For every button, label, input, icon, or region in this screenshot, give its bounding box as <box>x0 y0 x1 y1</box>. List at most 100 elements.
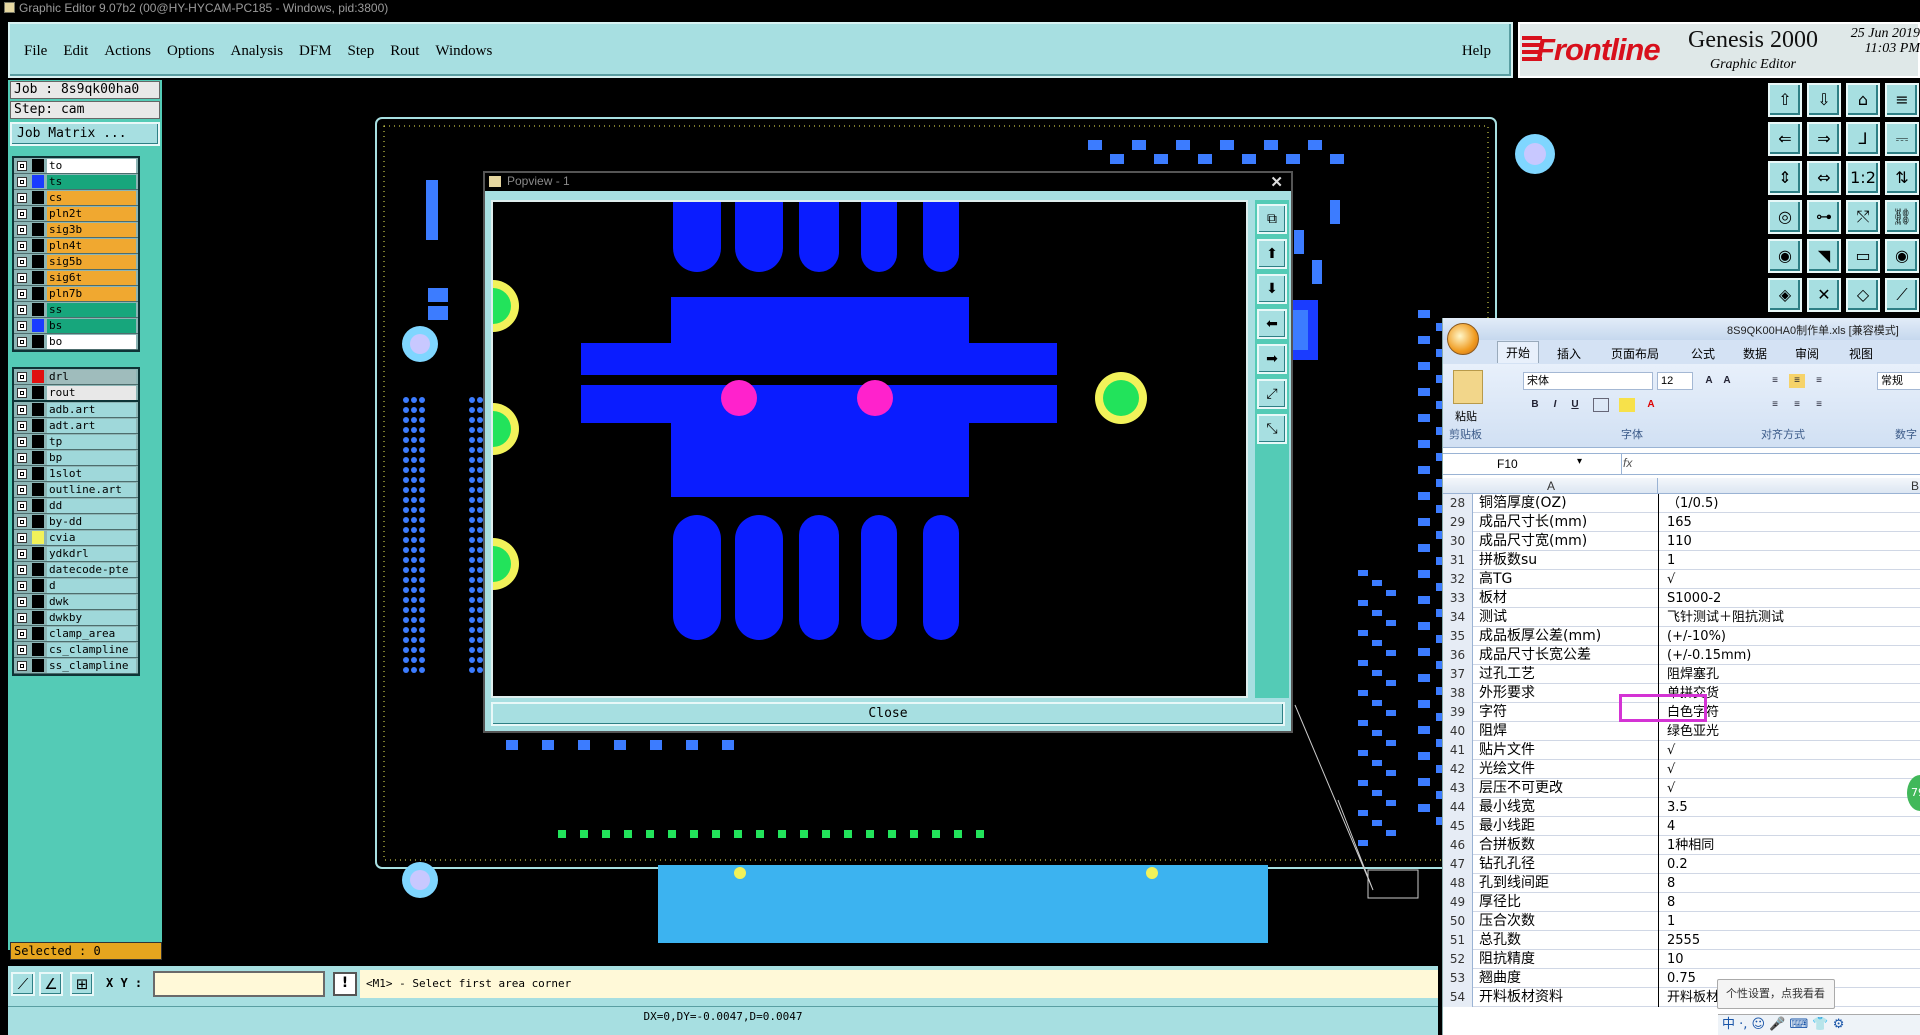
layer-checkbox[interactable] <box>17 453 27 463</box>
cell-a[interactable]: 拼板数su <box>1479 551 1659 570</box>
layer-row-cs[interactable]: cs <box>14 190 138 206</box>
layer-row-clamp_area[interactable]: clamp_area <box>14 626 138 642</box>
layer-row-bo[interactable]: bo <box>14 334 138 350</box>
bold-icon[interactable]: B <box>1527 398 1543 412</box>
layer-color-swatch[interactable] <box>32 207 44 220</box>
name-box[interactable]: F10 <box>1497 457 1518 471</box>
row-number[interactable]: 30 <box>1443 532 1473 551</box>
cell-a[interactable]: 贴片文件 <box>1479 741 1659 760</box>
cell-b[interactable]: （1/0.5) <box>1667 494 1917 513</box>
tool-button-icon[interactable]: ◈ <box>1768 278 1802 312</box>
menu-dfm[interactable]: DFM <box>299 43 332 60</box>
layer-name[interactable]: tp <box>47 435 136 449</box>
layer-color-swatch[interactable] <box>32 223 44 236</box>
cell-b[interactable]: 165 <box>1667 513 1917 532</box>
row-number[interactable]: 36 <box>1443 646 1473 665</box>
layer-checkbox[interactable] <box>17 289 27 299</box>
cell-a[interactable]: 孔到线间距 <box>1479 874 1659 893</box>
layer-row-d[interactable]: d <box>14 578 138 594</box>
cell-b[interactable]: 1 <box>1667 912 1917 931</box>
tool-button-icon[interactable]: ⟋ <box>1885 278 1919 312</box>
layer-color-swatch[interactable] <box>32 303 44 316</box>
layer-name[interactable]: ss <box>47 303 136 317</box>
layer-checkbox[interactable] <box>17 581 27 591</box>
tool-button-icon[interactable]: ◇ <box>1846 278 1880 312</box>
shrink-font-icon[interactable]: A <box>1719 374 1735 388</box>
cell-b[interactable]: 1 <box>1667 551 1917 570</box>
layer-color-swatch[interactable] <box>32 239 44 252</box>
layer-name[interactable]: dd <box>47 499 136 513</box>
cell-a[interactable]: 成品板厚公差(mm) <box>1479 627 1659 646</box>
pop-fit-icon[interactable]: ⧉ <box>1257 204 1287 234</box>
layer-name[interactable]: clamp_area <box>47 627 136 641</box>
layer-checkbox[interactable] <box>17 533 27 543</box>
tab-data[interactable]: 数据 <box>1743 345 1767 362</box>
cell-a[interactable]: 钻孔孔径 <box>1479 855 1659 874</box>
pop-zoom-in-icon[interactable]: ⤢ <box>1257 379 1287 409</box>
cell-b[interactable]: 110 <box>1667 532 1917 551</box>
row-number[interactable]: 47 <box>1443 855 1473 874</box>
layer-color-swatch[interactable] <box>32 611 44 624</box>
layer-checkbox[interactable] <box>17 501 27 511</box>
row-number[interactable]: 38 <box>1443 684 1473 703</box>
layer-row-outline.art[interactable]: outline.art <box>14 482 138 498</box>
layer-row-dwk[interactable]: dwk <box>14 594 138 610</box>
row-number[interactable]: 54 <box>1443 988 1473 1007</box>
row-number[interactable]: 49 <box>1443 893 1473 912</box>
chevron-down-icon[interactable]: ▾ <box>1577 456 1582 467</box>
menu-step[interactable]: Step <box>348 43 375 60</box>
column-a-header[interactable]: A <box>1547 479 1555 493</box>
grow-font-icon[interactable]: A <box>1701 374 1717 388</box>
layer-name[interactable]: dwk <box>47 595 136 609</box>
measure-icon[interactable]: ∠ <box>39 972 63 996</box>
cell-a[interactable]: 压合次数 <box>1479 912 1659 931</box>
layer-name[interactable]: datecode-pte <box>47 563 136 577</box>
layer-color-swatch[interactable] <box>32 579 44 592</box>
layer-checkbox[interactable] <box>17 469 27 479</box>
align-center-icon[interactable]: ≡ <box>1789 398 1805 412</box>
row-number[interactable]: 52 <box>1443 950 1473 969</box>
layer-checkbox[interactable] <box>17 565 27 575</box>
layer-name[interactable]: drl <box>47 370 136 384</box>
cell-b[interactable]: 0.2 <box>1667 855 1917 874</box>
cell-a[interactable]: 高TG <box>1479 570 1659 589</box>
cell-a[interactable]: 总孔数 <box>1479 931 1659 950</box>
layer-checkbox[interactable] <box>17 549 27 559</box>
layer-name[interactable]: bp <box>47 451 136 465</box>
layer-row-cvia[interactable]: cvia <box>14 530 138 546</box>
layer-checkbox[interactable] <box>17 388 27 398</box>
border-icon[interactable] <box>1593 398 1609 412</box>
cell-a[interactable]: 翘曲度 <box>1479 969 1659 988</box>
layer-checkbox[interactable] <box>17 437 27 447</box>
column-b-header[interactable]: B <box>1911 479 1919 493</box>
cell-a[interactable]: 合拼板数 <box>1479 836 1659 855</box>
menu-rout[interactable]: Rout <box>390 43 419 60</box>
warning-button[interactable]: ! <box>333 972 357 996</box>
tool-button-icon[interactable]: ≡ <box>1885 83 1919 117</box>
layer-checkbox[interactable] <box>17 337 27 347</box>
cell-a[interactable]: 测试 <box>1479 608 1659 627</box>
layer-row-by-dd[interactable]: by-dd <box>14 514 138 530</box>
tool-button-icon[interactable]: 1:2 <box>1846 161 1880 195</box>
cell-b[interactable]: 8 <box>1667 874 1917 893</box>
layer-checkbox[interactable] <box>17 225 27 235</box>
layer-name[interactable]: by-dd <box>47 515 136 529</box>
number-format-select[interactable]: 常规 <box>1877 372 1920 390</box>
tool-button-icon[interactable]: ⛓ <box>1885 200 1919 234</box>
row-number[interactable]: 51 <box>1443 931 1473 950</box>
layer-color-swatch[interactable] <box>32 175 44 188</box>
underline-icon[interactable]: U <box>1567 398 1583 412</box>
layer-checkbox[interactable] <box>17 517 27 527</box>
layer-color-swatch[interactable] <box>32 643 44 656</box>
align-top-icon[interactable]: ≡ <box>1767 374 1783 388</box>
tool-button-icon[interactable]: ⅃ <box>1846 122 1880 156</box>
paste-label[interactable]: 粘贴 <box>1455 408 1477 424</box>
layer-color-swatch[interactable] <box>32 335 44 348</box>
tab-review[interactable]: 审阅 <box>1795 345 1819 362</box>
layer-name[interactable]: ydkdrl <box>47 547 136 561</box>
tool-button-icon[interactable]: ✕ <box>1807 278 1841 312</box>
layer-checkbox[interactable] <box>17 161 27 171</box>
align-middle-icon[interactable]: ≡ <box>1789 374 1805 388</box>
menu-actions[interactable]: Actions <box>104 43 151 60</box>
row-number[interactable]: 48 <box>1443 874 1473 893</box>
